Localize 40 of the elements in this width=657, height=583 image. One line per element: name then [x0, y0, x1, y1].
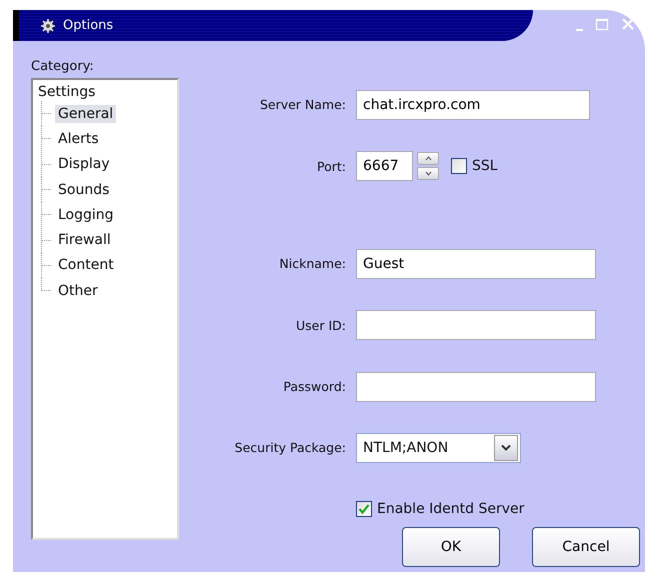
- check-icon: [358, 503, 370, 516]
- dialog-button[interactable]: Cancel: [532, 527, 640, 567]
- caret-down-icon: [424, 171, 432, 176]
- tree-item[interactable]: Alerts: [55, 130, 102, 148]
- text-field[interactable]: Guest: [356, 248, 596, 279]
- dropdown-button[interactable]: [494, 434, 518, 461]
- text-field[interactable]: [356, 372, 596, 402]
- tree-item[interactable]: Settings: [35, 83, 175, 101]
- app-icon: [39, 18, 57, 34]
- minimize-icon: [576, 28, 583, 30]
- field-label: User ID:: [295, 318, 347, 333]
- tree-item[interactable]: Other: [55, 282, 101, 300]
- text-field[interactable]: chat.ircxpro.com: [356, 90, 590, 120]
- window-title: Options: [63, 18, 114, 33]
- tree-item[interactable]: Logging: [55, 206, 117, 224]
- port-field[interactable]: 6667: [356, 151, 413, 182]
- checkbox-label: SSL: [472, 158, 498, 174]
- close-icon: [621, 17, 635, 31]
- field-label: Port:: [316, 158, 347, 174]
- checkbox-label: Enable Identd Server: [377, 501, 524, 518]
- tree-item[interactable]: Firewall: [55, 231, 114, 250]
- spin-down-button[interactable]: [417, 167, 439, 180]
- field-label: Security Package:: [234, 440, 347, 456]
- checkbox[interactable]: [356, 501, 372, 518]
- tree-item[interactable]: Content: [55, 256, 117, 274]
- tree-item[interactable]: Sounds: [55, 180, 112, 199]
- checkbox[interactable]: [451, 158, 467, 174]
- spin-up-button[interactable]: [417, 152, 439, 166]
- category-label: Category:: [31, 59, 95, 74]
- text-field[interactable]: [356, 310, 596, 340]
- field-label: Nickname:: [278, 256, 347, 272]
- field-label: Server Name:: [258, 97, 347, 112]
- chevron-down-icon: [501, 444, 511, 452]
- dropdown[interactable]: NTLM;ANON: [356, 432, 521, 463]
- tree-item[interactable]: General: [55, 104, 116, 123]
- caret-up-icon: [424, 156, 432, 162]
- field-label: Password:: [282, 379, 347, 394]
- dialog-button[interactable]: OK: [402, 527, 500, 567]
- maximize-icon: [595, 17, 609, 31]
- tree-item[interactable]: Display: [55, 155, 113, 174]
